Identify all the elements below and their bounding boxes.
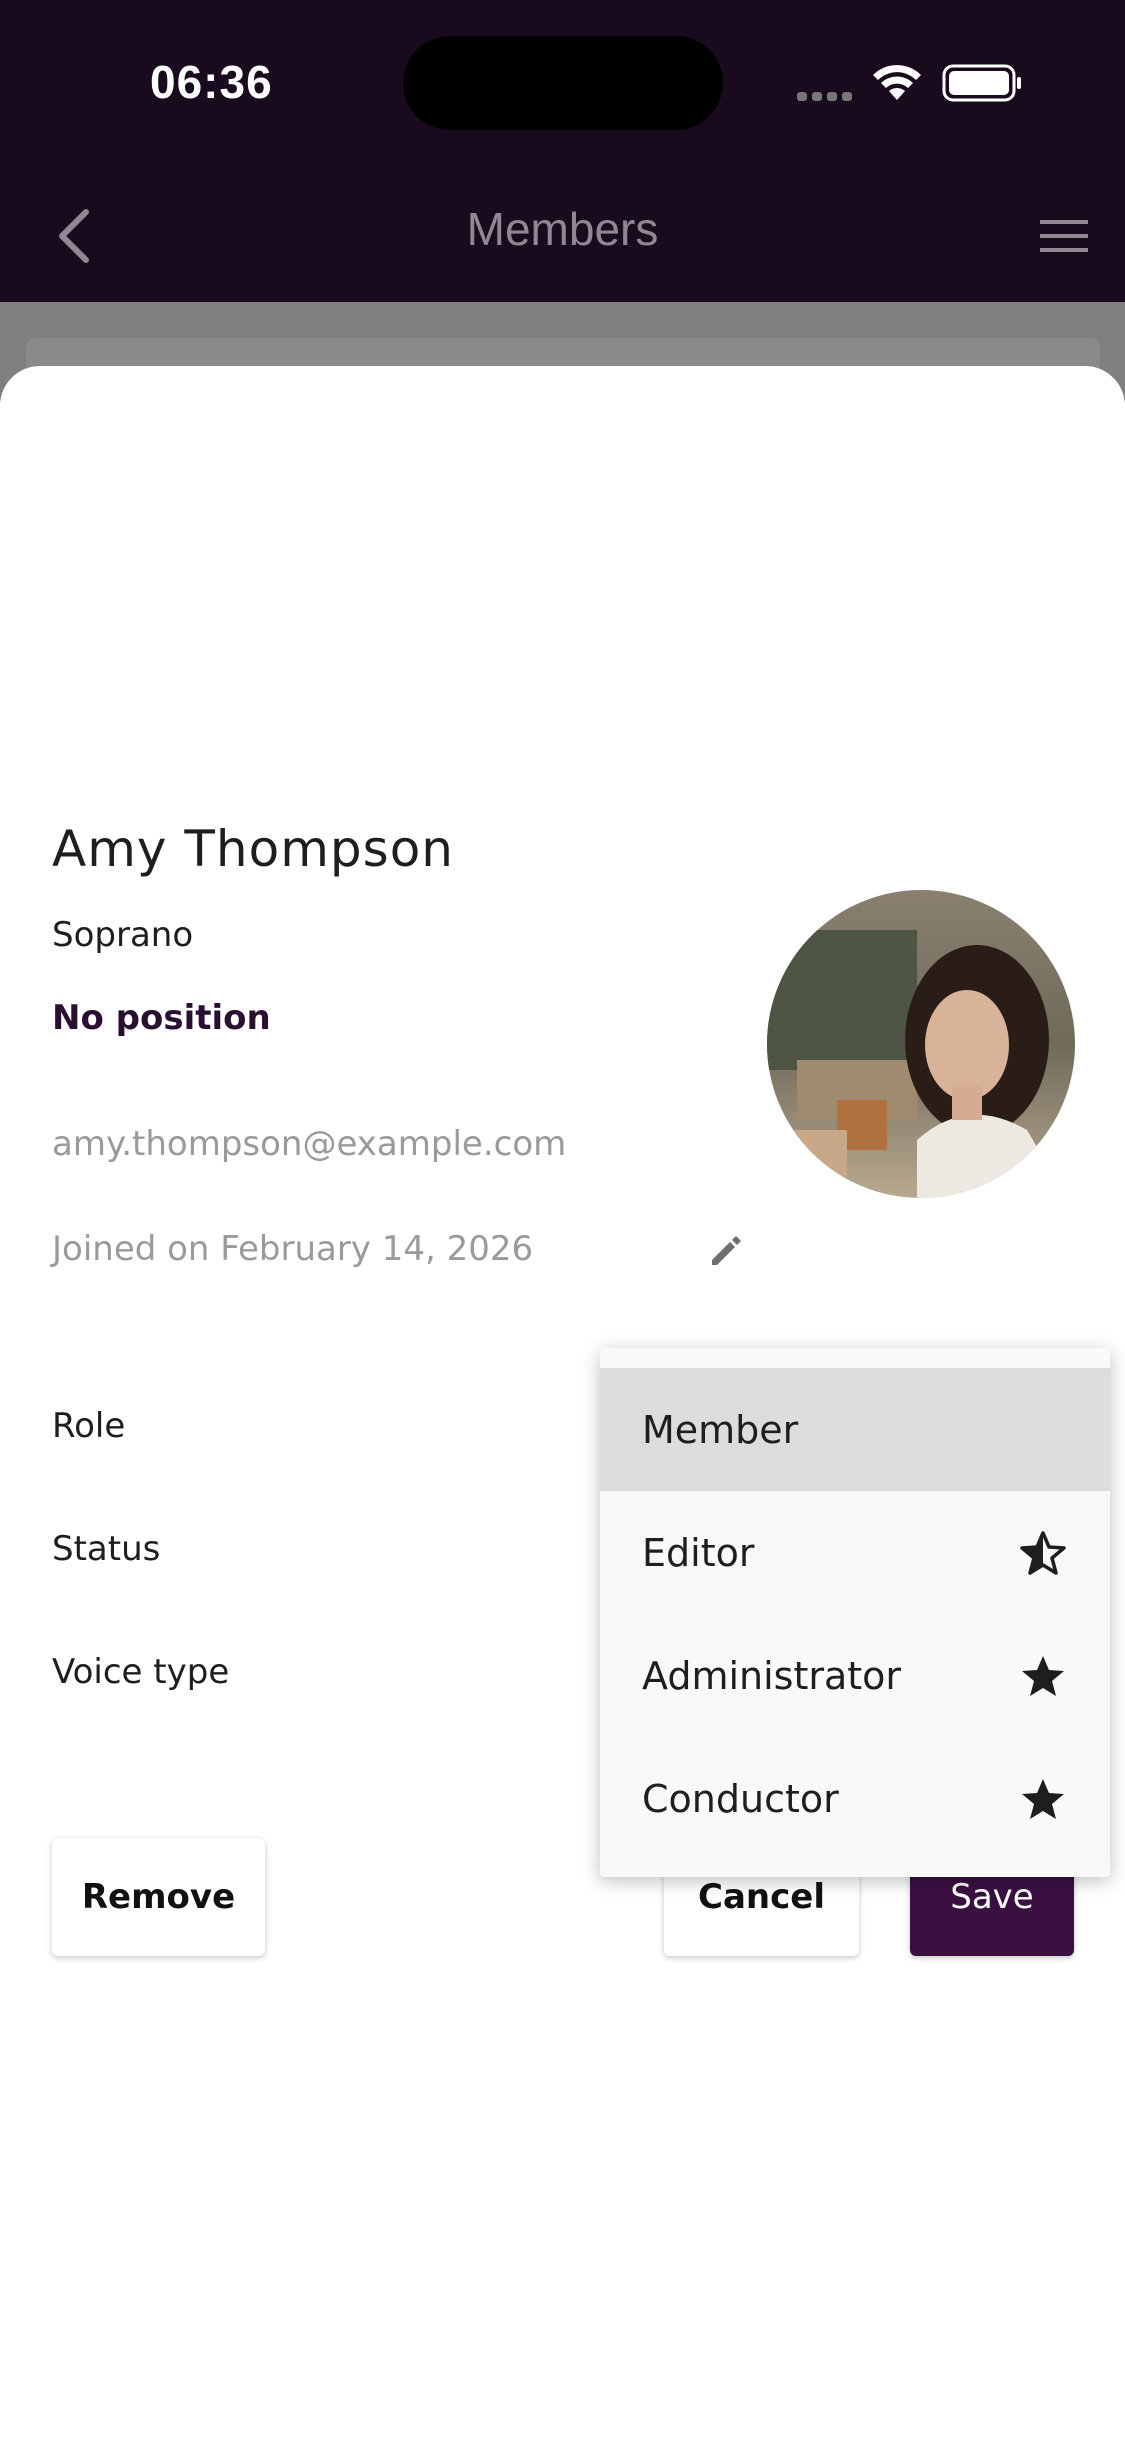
page-title: Members <box>466 203 659 255</box>
hamburger-menu-icon[interactable] <box>1040 212 1090 262</box>
role-option-label: Administrator <box>642 1653 902 1698</box>
status-bar: 06:36 <box>0 0 1125 170</box>
role-option-conductor[interactable]: Conductor <box>600 1737 1110 1860</box>
member-name: Amy Thompson <box>52 820 454 878</box>
app-bar: Members <box>0 170 1125 302</box>
star-half-icon <box>1020 1531 1066 1575</box>
role-option-label: Editor <box>642 1530 755 1575</box>
status-label: Status <box>52 1529 161 1569</box>
star-icon <box>1022 1656 1064 1696</box>
avatar[interactable] <box>767 890 1075 1198</box>
battery-icon <box>942 64 1021 102</box>
member-email: amy.thompson@example.com <box>52 1124 567 1164</box>
role-option-editor[interactable]: Editor <box>600 1491 1110 1614</box>
role-option-label: Member <box>642 1407 799 1452</box>
wifi-icon <box>873 65 921 100</box>
cellular-signal-icon <box>797 88 857 106</box>
dynamic-island <box>403 36 723 130</box>
remove-button[interactable]: Remove <box>52 1838 265 1956</box>
member-position[interactable]: No position <box>52 998 271 1038</box>
role-label: Role <box>52 1406 126 1446</box>
member-joined-date: Joined on February 14, 2026 <box>52 1229 534 1269</box>
role-dropdown-menu: Member Editor Administrator Conductor <box>600 1348 1110 1877</box>
role-option-administrator[interactable]: Administrator <box>600 1614 1110 1737</box>
member-voice-type: Soprano <box>52 915 194 955</box>
pencil-edit-icon[interactable] <box>706 1230 746 1270</box>
status-time: 06:36 <box>150 56 273 108</box>
voice-type-label: Voice type <box>52 1652 230 1692</box>
star-icon <box>1022 1779 1064 1819</box>
role-option-label: Conductor <box>642 1776 839 1821</box>
role-option-member[interactable]: Member <box>600 1368 1110 1491</box>
